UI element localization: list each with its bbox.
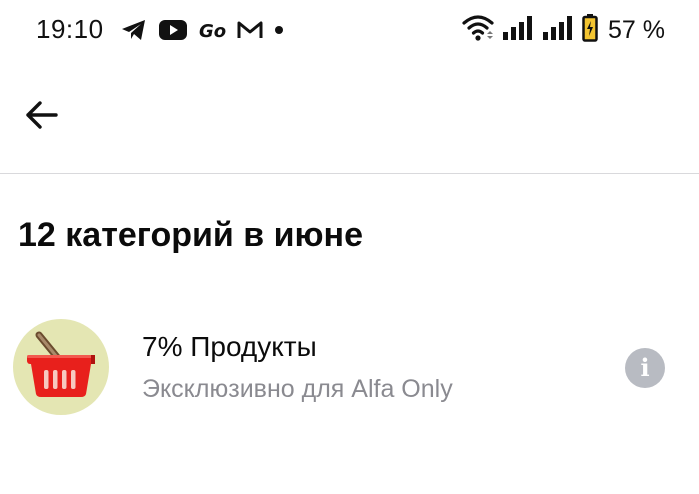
back-button[interactable] (14, 90, 68, 144)
battery-percent: 57 % (608, 15, 665, 44)
arrow-left-icon (24, 100, 58, 135)
svg-text:Go: Go (199, 21, 226, 41)
category-subtitle: Эксклюзивно для Alfa Only (142, 375, 453, 403)
status-time: 19:10 (36, 14, 104, 44)
signal-icon (502, 15, 534, 46)
app-bar (0, 60, 699, 174)
wifi-icon (462, 14, 494, 47)
dot-icon (274, 19, 284, 41)
system-icons: 57 % (462, 13, 665, 47)
category-title: 7% Продукты (142, 331, 317, 362)
gmail-icon (236, 19, 264, 41)
category-item[interactable]: 7% Продукты Эксклюзивно для Alfa Only i (0, 305, 699, 430)
signal-icon (542, 15, 574, 46)
status-bar: 19:10 Go 57 % (0, 0, 699, 60)
telegram-icon (120, 18, 148, 42)
info-icon: i (640, 353, 650, 382)
category-avatar (13, 319, 109, 415)
battery-icon (582, 13, 598, 47)
notification-icons: Go (120, 14, 284, 46)
go-icon: Go (198, 19, 226, 41)
youtube-icon (158, 19, 188, 41)
page-title: 12 категорий в июне (18, 216, 363, 254)
info-button[interactable]: i (625, 348, 665, 388)
